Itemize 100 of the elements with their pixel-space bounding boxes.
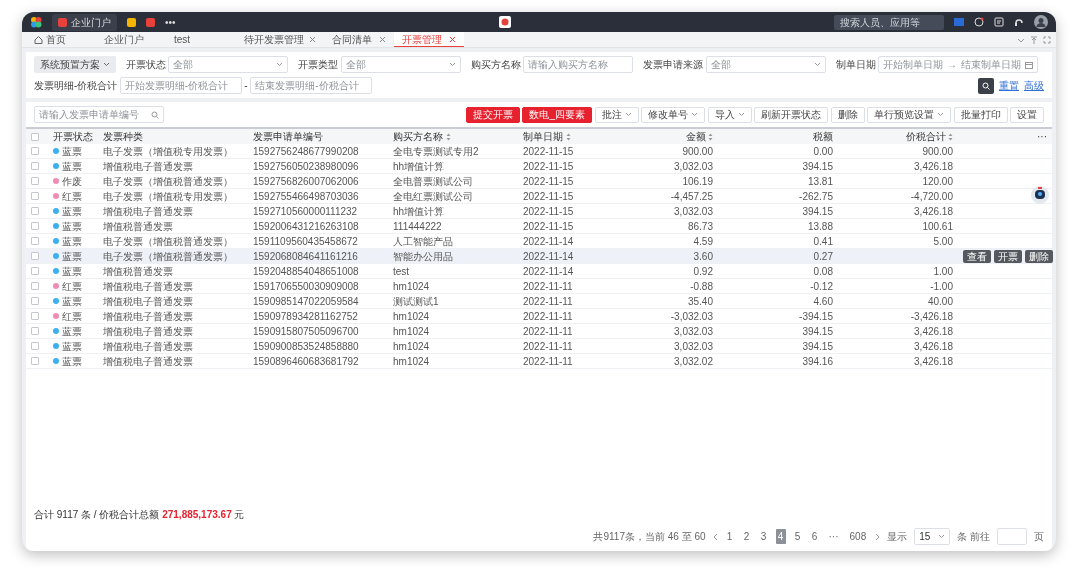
filter-label: 购买方名称 <box>470 58 521 72</box>
table-cell-text: 1592755466498703036 <box>253 189 359 204</box>
dropdown-button[interactable]: 单行预览设置 <box>867 106 951 123</box>
checkbox[interactable] <box>31 282 39 290</box>
record-icon[interactable] <box>498 16 511 28</box>
checkbox[interactable] <box>31 327 39 335</box>
checkbox[interactable] <box>31 342 39 350</box>
toolbar-button[interactable]: 批量打印 <box>953 106 1008 123</box>
page-button[interactable]: 3 <box>758 529 769 544</box>
message-icon[interactable] <box>994 17 1004 27</box>
scheme-dropdown[interactable]: 系统预置方案 <box>34 56 116 73</box>
checkbox[interactable] <box>31 312 39 320</box>
range-separator: - <box>244 79 248 93</box>
screen-icon[interactable] <box>954 17 964 27</box>
app-icon[interactable] <box>127 17 136 27</box>
page-button[interactable]: 608 <box>847 529 869 544</box>
table-cell-text: hm1024 <box>393 339 430 354</box>
pin-icon[interactable] <box>1030 35 1038 44</box>
sort-icon[interactable] <box>565 132 571 141</box>
table-cell-text: 1592710560000111232 <box>253 204 358 219</box>
table-cell-text: 1591706550030909008 <box>253 279 359 294</box>
checkbox[interactable] <box>31 207 39 215</box>
close-icon[interactable] <box>449 35 456 43</box>
status-text: 作废 <box>62 174 82 189</box>
close-icon[interactable] <box>379 36 386 43</box>
avatar-icon[interactable] <box>1034 15 1048 29</box>
table-cell-text: 1592756050238980096 <box>253 159 359 174</box>
checkbox[interactable] <box>31 147 39 155</box>
status-text: 蓝票 <box>62 324 82 339</box>
page-button[interactable]: 6 <box>809 529 820 544</box>
sort-icon[interactable] <box>445 132 451 141</box>
page-unit-label: 页 <box>1034 530 1044 544</box>
table-cell-text: 2022-11-15 <box>523 144 574 159</box>
checkbox[interactable] <box>31 132 39 141</box>
app-logo-icon[interactable] <box>30 16 42 28</box>
row-action-button[interactable]: 开票 <box>994 249 1022 263</box>
page-tab[interactable]: 合同清单 <box>324 32 394 47</box>
status-text: 蓝票 <box>62 234 82 249</box>
page-tab[interactable]: 待开发票管理 <box>236 32 324 47</box>
table-cell-text: 3,426.18 <box>914 159 953 174</box>
row-action-button[interactable]: 删除 <box>1025 249 1053 263</box>
page-button[interactable]: ··· <box>826 529 841 544</box>
toolbar-button[interactable]: 提交开票 <box>465 106 520 123</box>
table-cell-text: 电子发票（增值税普通发票） <box>103 249 233 264</box>
table-cell-text: 0.08 <box>813 264 833 279</box>
page-button[interactable]: 1 <box>724 529 735 544</box>
fullscreen-icon[interactable] <box>1043 35 1051 44</box>
range-from-field[interactable]: 开始发票明细-价税合计 <box>119 77 242 94</box>
status-text: 红票 <box>62 279 82 294</box>
dropdown-button[interactable]: 批注 <box>594 106 639 123</box>
checkbox[interactable] <box>31 237 39 245</box>
page-button[interactable]: 5 <box>792 529 803 544</box>
page-tab[interactable]: 首页 <box>26 32 96 47</box>
checkbox[interactable] <box>31 357 39 365</box>
table-cell-text: 电子发票（增值税专用发票） <box>103 189 233 204</box>
toolbar-button[interactable]: 删除 <box>830 106 865 123</box>
toolbar-button[interactable]: 刷新开票状态 <box>754 106 828 123</box>
caret-icon <box>624 112 632 117</box>
sort-icon[interactable] <box>708 132 713 141</box>
checkbox[interactable] <box>31 222 39 230</box>
home-icon <box>34 35 43 44</box>
app-tab[interactable]: 企业门户 <box>52 13 117 31</box>
range-to-field[interactable]: 结束发票明细-价税合计 <box>250 77 373 94</box>
table-cell-text: 电子发票（增值税普通发票） <box>103 234 233 249</box>
filter-link[interactable]: 重置 <box>999 78 1019 93</box>
next-page-icon[interactable] <box>875 532 881 541</box>
page-tab[interactable]: 开票管理 <box>394 32 464 47</box>
robot-icon[interactable] <box>1030 184 1050 206</box>
page-tab[interactable]: 企业门户 <box>96 32 166 47</box>
toolbar-button[interactable]: 设置 <box>1010 106 1044 123</box>
more-button[interactable]: ••• <box>165 14 176 30</box>
table-cell-text: 900.00 <box>922 144 953 159</box>
page-input[interactable] <box>997 528 1027 545</box>
toolbar-button[interactable]: 数电_四要素 <box>522 106 592 123</box>
dropdown-button[interactable]: 导入 <box>707 106 752 123</box>
sort-icon[interactable] <box>948 132 953 141</box>
app-icon[interactable] <box>146 17 155 27</box>
table-cell-text: 1590915807505096700 <box>253 324 359 339</box>
checkbox[interactable] <box>31 192 39 200</box>
search-field[interactable]: 搜索人员、应用等 <box>834 14 944 30</box>
checkbox[interactable] <box>31 177 39 185</box>
text-field[interactable]: 请输入购买方名称 <box>523 56 633 73</box>
page-tab[interactable]: test <box>166 32 236 47</box>
checkbox[interactable] <box>31 297 39 305</box>
filter-link[interactable]: 高级 <box>1024 78 1044 93</box>
checkbox[interactable] <box>31 252 39 260</box>
table-cell-text: hm1024 <box>393 279 430 294</box>
dropdown-button[interactable]: 修改单号 <box>641 106 705 123</box>
checkbox[interactable] <box>31 267 39 275</box>
close-icon[interactable] <box>309 36 316 43</box>
search-button[interactable] <box>978 77 994 94</box>
prev-page-icon[interactable] <box>712 532 718 541</box>
table-cell-text: 增值税电子普通发票 <box>103 294 193 309</box>
column-header: 开票状态 <box>53 130 93 144</box>
checkbox[interactable] <box>31 162 39 170</box>
row-action-button[interactable]: 查看 <box>963 249 991 263</box>
page-button[interactable]: 2 <box>741 529 752 544</box>
table-cell-text: hm1024 <box>393 354 430 369</box>
page-size-select[interactable]: 15 <box>914 528 951 545</box>
table-cell-text: -0.12 <box>810 279 833 294</box>
